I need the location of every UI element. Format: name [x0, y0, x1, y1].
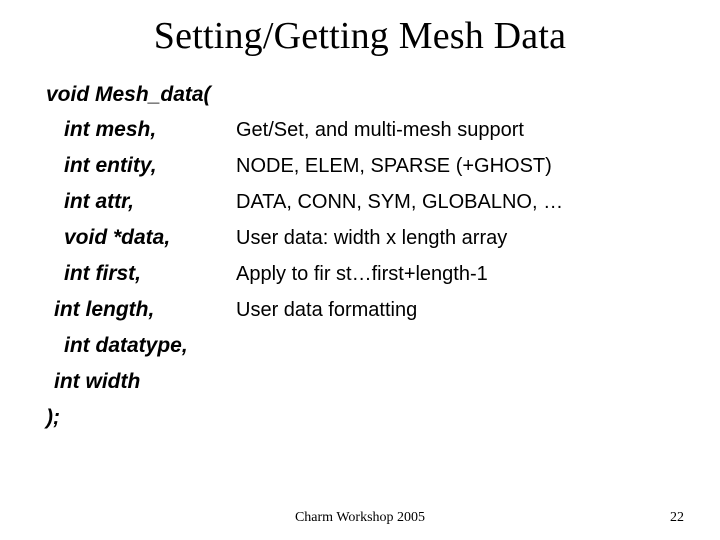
param-desc: Apply to fir st…first+length-1 [236, 263, 488, 286]
param-row: void *data, User data: width x length ar… [46, 226, 680, 250]
param-name: int datatype, [46, 334, 236, 358]
param-row: int mesh, Get/Set, and multi-mesh suppor… [46, 118, 680, 142]
slide-content: void Mesh_data( int mesh, Get/Set, and m… [40, 84, 680, 430]
param-desc: User data: width x length array [236, 227, 507, 250]
param-desc: Get/Set, and multi-mesh support [236, 119, 524, 142]
function-closing: ); [46, 406, 680, 430]
param-row: int entity, NODE, ELEM, SPARSE (+GHOST) [46, 154, 680, 178]
param-name: int mesh, [46, 118, 236, 142]
param-desc: NODE, ELEM, SPARSE (+GHOST) [236, 155, 552, 178]
param-name: void *data, [46, 226, 236, 250]
param-name: int first, [46, 262, 236, 286]
param-row: int width [46, 370, 680, 394]
page-number: 22 [670, 510, 684, 526]
function-signature: void Mesh_data( [46, 84, 680, 106]
param-row: int length, User data formatting [46, 298, 680, 322]
param-name: int length, [46, 298, 236, 322]
param-row: int first, Apply to fir st…first+length-… [46, 262, 680, 286]
param-row: int datatype, [46, 334, 680, 358]
slide: Setting/Getting Mesh Data void Mesh_data… [0, 0, 720, 540]
footer-text: Charm Workshop 2005 [295, 510, 425, 526]
param-name: int width [46, 370, 236, 394]
param-name: int entity, [46, 154, 236, 178]
param-desc: User data formatting [236, 299, 417, 322]
param-row: int attr, DATA, CONN, SYM, GLOBALNO, … [46, 190, 680, 214]
param-desc: DATA, CONN, SYM, GLOBALNO, … [236, 191, 563, 214]
slide-title: Setting/Getting Mesh Data [40, 14, 680, 58]
param-name: int attr, [46, 190, 236, 214]
